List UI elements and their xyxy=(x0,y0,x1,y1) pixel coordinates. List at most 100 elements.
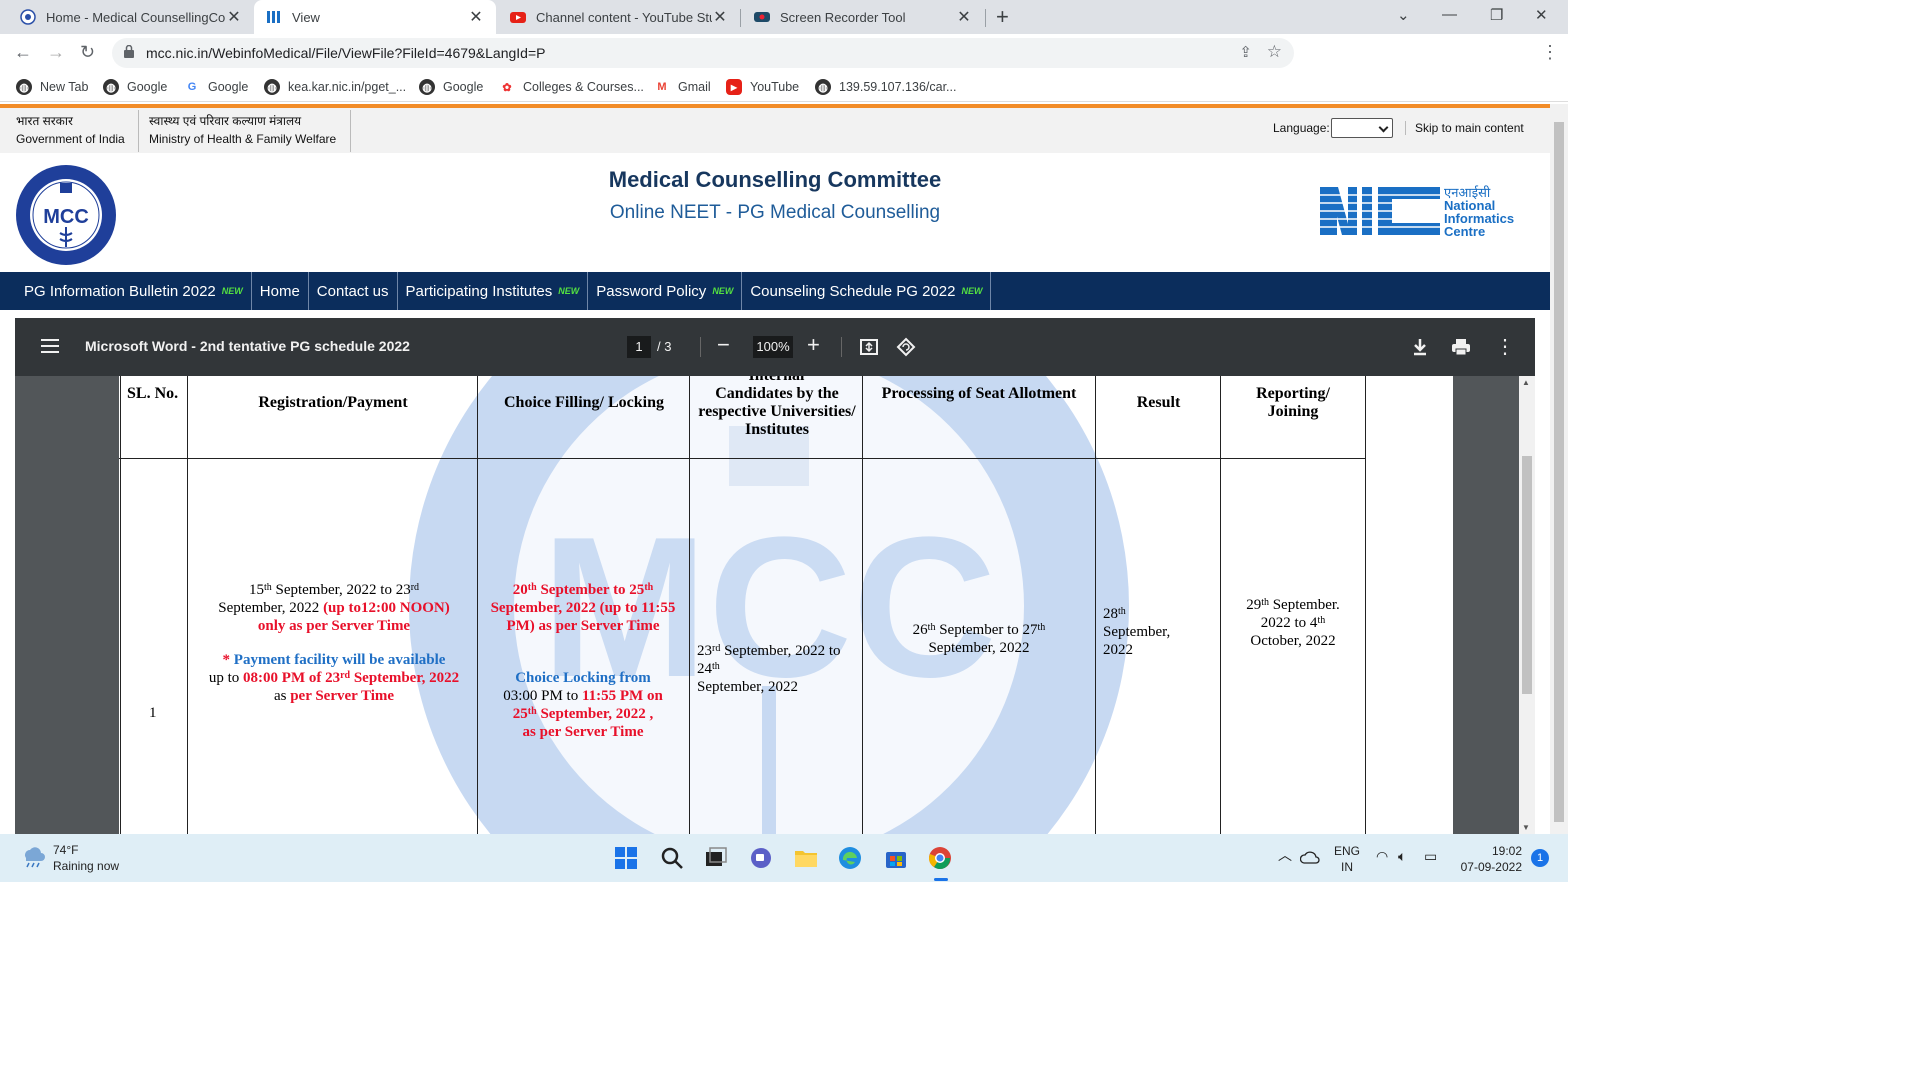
wifi-icon[interactable]: ◠ xyxy=(1376,848,1388,864)
download-icon[interactable] xyxy=(1409,336,1431,358)
site-header: MCC Medical Counselling Committee Online… xyxy=(0,153,1550,272)
pdf-menu-icon[interactable] xyxy=(41,339,59,353)
chrome-icon[interactable] xyxy=(928,846,952,870)
page-total: / 3 xyxy=(657,339,672,354)
pdf-scrollbar[interactable]: ▲ ▼ xyxy=(1519,376,1535,834)
zoom-in-button[interactable]: + xyxy=(807,332,820,358)
volume-icon[interactable]: 🔈︎ xyxy=(1398,848,1406,864)
back-button[interactable]: ← xyxy=(14,42,32,63)
minimize-button[interactable]: — xyxy=(1442,6,1457,23)
address-bar[interactable]: mcc.nic.in/WebinfoMedical/File/ViewFile?… xyxy=(112,38,1294,68)
nav-counseling-schedule[interactable]: Counseling Schedule PG 2022 NEW xyxy=(742,272,992,310)
new-badge: NEW xyxy=(712,286,734,296)
header-internal: Candidates by the respective Universitie… xyxy=(698,385,856,438)
header-internal-top: Internal xyxy=(691,376,862,385)
bookmark-item[interactable]: M Gmail xyxy=(654,79,711,95)
search-icon[interactable] xyxy=(660,846,684,870)
rain-cloud-icon[interactable] xyxy=(20,844,46,870)
tab-view[interactable]: View ✕ xyxy=(254,0,496,34)
rotate-icon[interactable] xyxy=(895,336,917,358)
header-processing: Processing of Seat Allotment xyxy=(881,385,1077,402)
registration-cell: 15th September, 2022 to 23rd September, … xyxy=(208,582,460,704)
tab-search-chevron-icon[interactable]: ⌄ xyxy=(1397,6,1410,24)
bookmark-label: kea.kar.nic.in/pget_... xyxy=(288,80,407,94)
tab-separator xyxy=(740,9,741,27)
clock[interactable]: 19:02 07-09-2022 xyxy=(1456,843,1522,875)
new-tab-button[interactable]: + xyxy=(996,4,1009,30)
close-tab-icon[interactable]: ✕ xyxy=(956,7,972,27)
zoom-out-button[interactable]: − xyxy=(717,332,730,358)
nav-pg-information-bulletin[interactable]: PG Information Bulletin 2022 NEW xyxy=(0,272,252,310)
bookmark-item[interactable]: ✿ Colleges & Courses... xyxy=(499,79,644,95)
pdf-more-icon[interactable]: ⋮ xyxy=(1495,334,1515,359)
bookmark-star-icon[interactable]: ☆ xyxy=(1267,42,1282,62)
scroll-down-arrow-icon[interactable]: ▼ xyxy=(1522,823,1530,832)
bookmark-label: New Tab xyxy=(40,80,89,94)
teams-chat-icon[interactable] xyxy=(749,846,773,870)
choice-filling-cell: 20th September to 25th September, 2022 (… xyxy=(490,582,676,740)
tab-youtube-studio[interactable]: Channel content - YouTube Studi ✕ xyxy=(498,0,740,34)
close-window-button[interactable]: ✕ xyxy=(1535,6,1548,24)
notification-badge[interactable]: 1 xyxy=(1531,849,1549,867)
bookmark-item[interactable]: G Google xyxy=(184,79,249,95)
onedrive-cloud-icon[interactable] xyxy=(1300,850,1320,864)
windows-start-icon[interactable] xyxy=(614,846,638,870)
restore-button[interactable]: ❐ xyxy=(1490,6,1503,24)
print-icon[interactable] xyxy=(1450,336,1472,358)
page-number-input[interactable]: 1 xyxy=(627,336,651,358)
tab-title: Channel content - YouTube Studi xyxy=(536,9,712,25)
pdf-document-area[interactable]: MCC SL. No. Registration/Payment Choice … xyxy=(15,376,1535,834)
bookmark-item[interactable]: ◍ New Tab xyxy=(16,79,88,95)
page-scrollbar-thumb[interactable] xyxy=(1554,122,1564,822)
share-icon[interactable]: ⇪ xyxy=(1239,43,1252,61)
tab-mcc-home[interactable]: Home - Medical CounsellingCom ✕ xyxy=(8,0,254,34)
close-tab-icon[interactable]: ✕ xyxy=(712,7,728,27)
weather-widget[interactable]: 74°F Raining now xyxy=(53,842,119,874)
page-scrollbar[interactable] xyxy=(1550,104,1568,834)
language-indicator[interactable]: ENG IN xyxy=(1334,843,1360,875)
fit-page-icon[interactable] xyxy=(858,336,880,358)
bookmark-item[interactable]: ◍ Google xyxy=(103,79,167,95)
english-ministry-text: Ministry of Health & Family Welfare xyxy=(149,132,337,146)
nav-password-policy[interactable]: Password Policy NEW xyxy=(588,272,743,310)
ministry-label[interactable]: स्वास्थ्य एवं परिवार कल्याण मंत्रालय Min… xyxy=(149,112,336,148)
scroll-up-arrow-icon[interactable]: ▲ xyxy=(1522,378,1530,387)
tab-title: View xyxy=(292,9,320,25)
youtube-icon: ▶ xyxy=(726,79,742,95)
show-hidden-icons-chevron-icon[interactable]: ︿ xyxy=(1278,847,1292,863)
scrollbar-thumb[interactable] xyxy=(1522,456,1532,694)
windows-taskbar: 74°F Raining now ︿ ENG IN ◠ 🔈︎ ▭ 19:02 0… xyxy=(0,834,1568,882)
language-label: Language: xyxy=(1273,121,1330,135)
new-badge: NEW xyxy=(221,286,243,296)
zoom-level-input[interactable]: 100% xyxy=(753,336,793,358)
skip-to-main-content-link[interactable]: Skip to main content xyxy=(1405,121,1524,135)
nic-logo[interactable]: एनआईसी National Informatics Centre xyxy=(1318,183,1524,239)
gmail-icon: M xyxy=(657,81,667,93)
header-result: Result xyxy=(1136,394,1181,411)
store-icon[interactable] xyxy=(884,846,908,870)
nav-participating-institutes[interactable]: Participating Institutes NEW xyxy=(398,272,589,310)
bookmark-label: Gmail xyxy=(678,80,711,94)
nav-home[interactable]: Home xyxy=(252,272,309,310)
task-view-icon[interactable] xyxy=(704,846,728,870)
forward-button[interactable]: → xyxy=(47,42,65,63)
language-select[interactable] xyxy=(1331,118,1393,138)
file-explorer-icon[interactable] xyxy=(794,846,818,870)
close-tab-icon[interactable]: ✕ xyxy=(468,7,484,27)
edge-icon[interactable] xyxy=(838,846,862,870)
battery-icon[interactable]: ▭ xyxy=(1424,848,1437,864)
browser-menu-icon[interactable]: ⋮ xyxy=(1541,42,1559,63)
close-tab-icon[interactable]: ✕ xyxy=(226,7,242,27)
bookmark-item[interactable]: ◍ 139.59.107.136/car... xyxy=(815,79,956,95)
tab-screen-recorder[interactable]: Screen Recorder Tool ✕ xyxy=(742,0,984,34)
pdf-toolbar: Microsoft Word - 2nd tentative PG schedu… xyxy=(15,318,1535,376)
nav-contact-us[interactable]: Contact us xyxy=(309,272,398,310)
browser-tab-bar: Home - Medical CounsellingCom ✕ View ✕ C… xyxy=(0,0,1568,34)
reload-button[interactable]: ↻ xyxy=(80,42,95,63)
bookmark-item[interactable]: ◍ kea.kar.nic.in/pget_... xyxy=(264,79,406,95)
government-of-india-label[interactable]: भारत सरकार Government of India xyxy=(16,112,125,148)
bookmark-item[interactable]: ◍ Google xyxy=(419,79,483,95)
globe-icon: ◍ xyxy=(16,79,32,95)
language-line2: IN xyxy=(1341,860,1353,874)
bookmark-item[interactable]: ▶ YouTube xyxy=(726,79,799,95)
